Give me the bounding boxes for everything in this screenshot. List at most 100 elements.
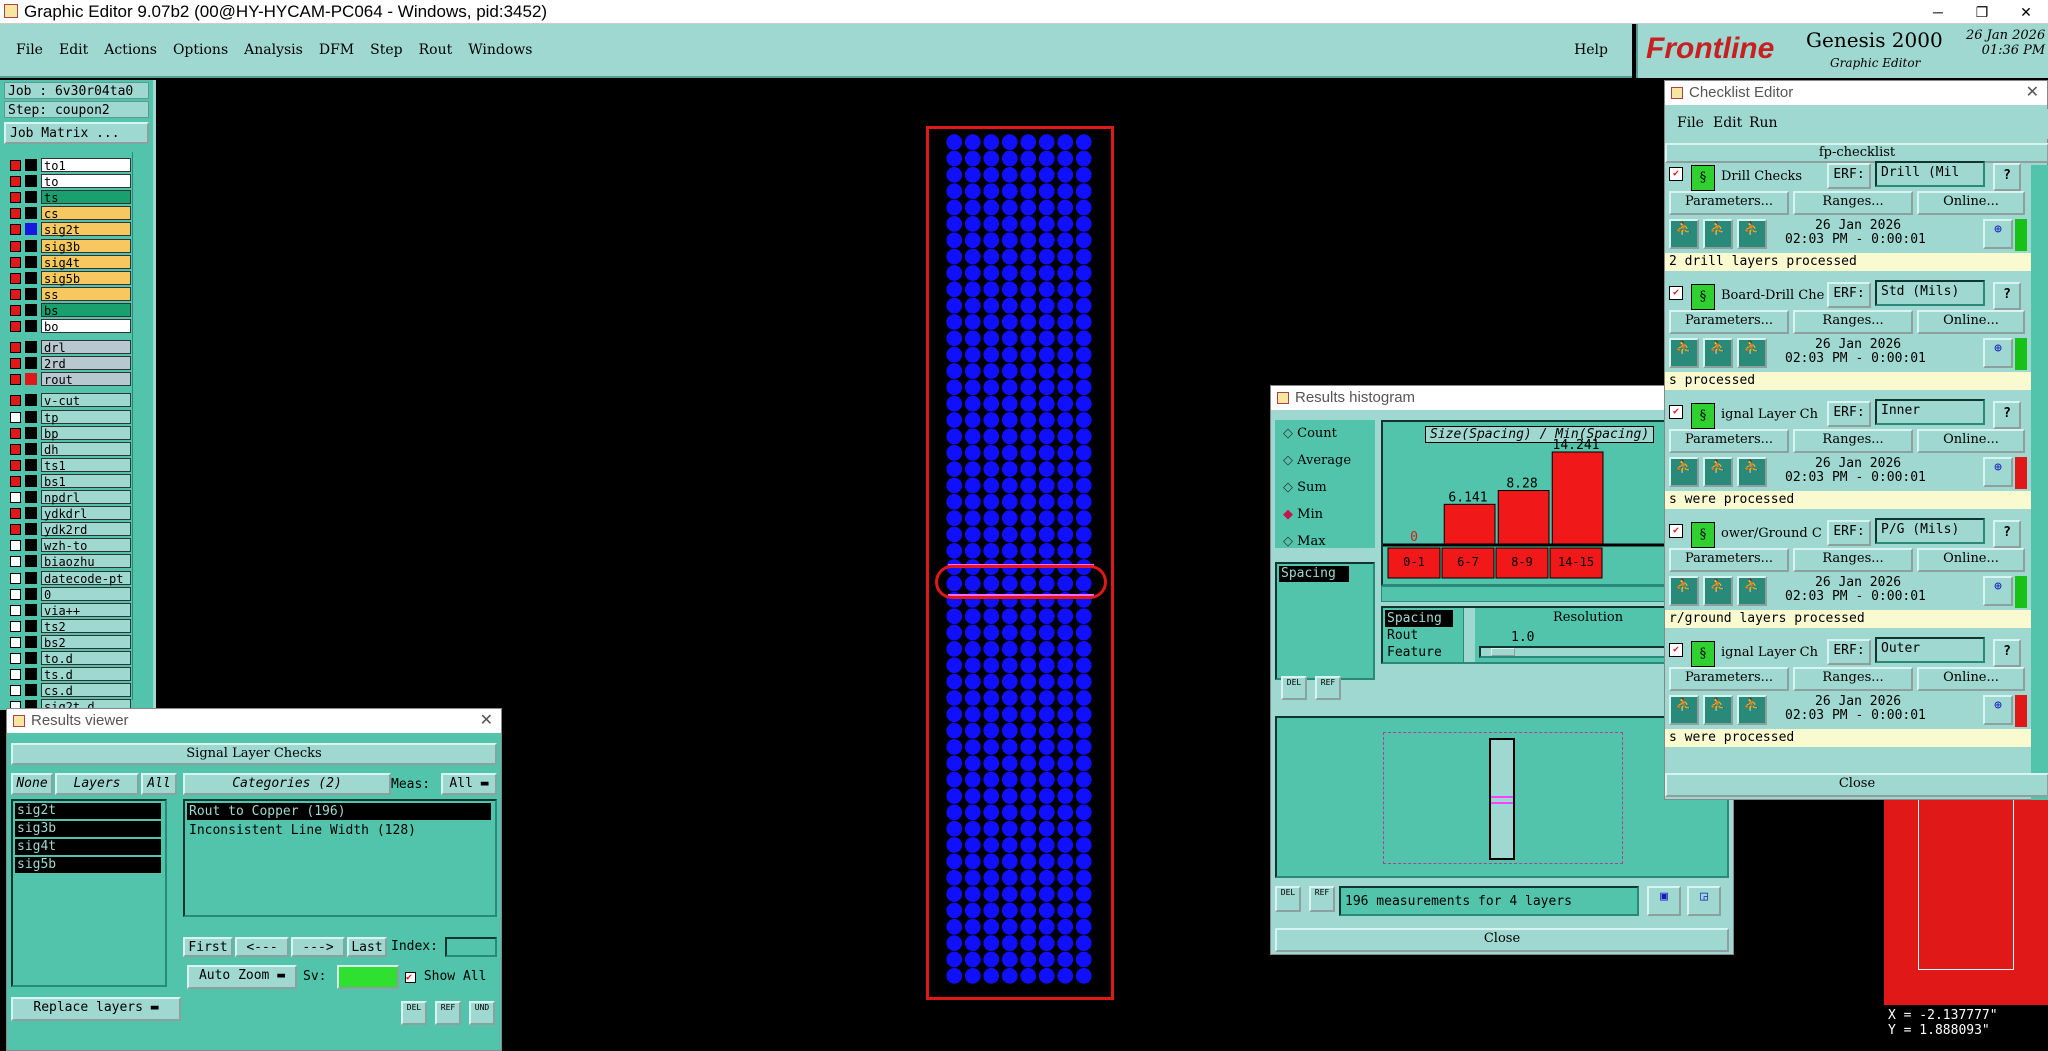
layer-name[interactable]: dh <box>41 441 131 457</box>
layer-row[interactable]: rout <box>8 372 131 387</box>
erf-field[interactable]: Outer <box>1875 637 1985 663</box>
layer-display-checkbox[interactable] <box>10 620 21 632</box>
zoom-area-icon[interactable]: ◲ <box>1687 886 1721 916</box>
help-icon[interactable]: ? <box>1993 639 2021 667</box>
run-check-alt-icon[interactable]: ⛹ <box>1703 695 1733 725</box>
layer-name[interactable]: bs1 <box>41 473 131 489</box>
close-icon[interactable]: ✕ <box>480 709 493 733</box>
layer-display-checkbox[interactable] <box>10 304 21 316</box>
layer-row[interactable]: sig5b <box>8 270 131 286</box>
menu-rout[interactable]: Rout <box>419 42 453 58</box>
help-icon[interactable]: ? <box>1993 401 2021 429</box>
histogram-bar[interactable] <box>1443 503 1496 545</box>
meas-dropdown[interactable]: All ▬ <box>441 773 497 795</box>
help-icon[interactable]: ? <box>1993 163 2021 191</box>
layer-affected-toggle[interactable] <box>25 410 37 423</box>
check-action-icon[interactable]: § <box>1691 284 1715 310</box>
histogram-bar[interactable] <box>1551 451 1604 545</box>
layer-name[interactable]: sig4t <box>41 254 131 270</box>
layer-name[interactable]: ts2 <box>41 618 131 634</box>
check-enable-checkbox[interactable]: ✔ <box>1669 524 1683 538</box>
parameters-button[interactable]: Parameters... <box>1669 429 1789 453</box>
layer-row[interactable]: drl <box>8 340 131 355</box>
zoom-results-icon[interactable]: ⊕ <box>1983 219 2013 249</box>
und-button[interactable]: UND <box>469 1001 495 1025</box>
run-check-selected-icon[interactable]: ⛹ <box>1737 457 1767 487</box>
layer-display-checkbox[interactable] <box>10 208 21 220</box>
close-icon[interactable]: ✕ <box>2004 0 2048 24</box>
layer-row[interactable]: ts <box>8 190 131 205</box>
online-button[interactable]: Online... <box>1917 429 2025 453</box>
layer-scrollbar[interactable] <box>132 152 150 700</box>
layer-affected-toggle[interactable] <box>25 207 37 220</box>
measure-list-item[interactable]: Spacing <box>1279 566 1349 582</box>
layer-display-checkbox[interactable] <box>10 653 21 664</box>
job-matrix-button[interactable]: Job Matrix ... <box>4 122 149 144</box>
layer-affected-toggle[interactable] <box>25 539 37 552</box>
show-all-checkbox[interactable]: ✔ Show All <box>405 969 486 984</box>
layer-display-checkbox[interactable] <box>10 342 21 354</box>
layer-display-checkbox[interactable] <box>10 556 21 568</box>
layer-affected-toggle[interactable] <box>25 603 37 616</box>
next-button[interactable]: ---> <box>291 937 345 957</box>
menu-windows[interactable]: Windows <box>468 42 532 58</box>
layer-name[interactable]: to1 <box>41 158 131 173</box>
layer-row[interactable]: npdrl <box>8 490 131 505</box>
layer-name[interactable]: datecode-pt <box>41 570 131 586</box>
result-layer-item[interactable]: sig2t <box>15 803 161 819</box>
zoom-results-icon[interactable]: ⊕ <box>1983 338 2013 368</box>
layer-display-checkbox[interactable] <box>10 572 21 584</box>
layer-affected-toggle[interactable] <box>25 491 37 503</box>
layer-name[interactable]: bp <box>41 425 131 441</box>
layer-row[interactable]: sig4t <box>8 254 131 270</box>
layer-display-checkbox[interactable] <box>10 411 21 423</box>
layer-affected-toggle[interactable] <box>25 523 37 536</box>
layer-affected-toggle[interactable] <box>25 458 37 471</box>
layer-row[interactable]: wzh-to <box>8 538 131 553</box>
layer-row[interactable]: bs <box>8 302 131 318</box>
layer-name[interactable]: tp <box>41 409 131 425</box>
layer-affected-toggle[interactable] <box>25 373 37 386</box>
layer-row[interactable]: biaozhu <box>8 554 131 569</box>
run-check-icon[interactable]: ⛹ <box>1669 338 1699 368</box>
layer-affected-toggle[interactable] <box>25 571 37 584</box>
preview-del-button[interactable]: DEL <box>1275 886 1301 912</box>
layer-row[interactable]: to1 <box>8 158 131 173</box>
layer-display-checkbox[interactable] <box>10 588 21 600</box>
layer-name[interactable]: v-cut <box>41 393 131 408</box>
erf-field[interactable]: Std (Mils) <box>1875 280 1985 306</box>
layer-name[interactable]: wzh-to <box>41 538 131 553</box>
layer-name[interactable]: to.d <box>41 651 131 666</box>
layer-name[interactable]: sig2t <box>41 222 131 237</box>
zoom-fit-icon[interactable]: ▣ <box>1647 886 1681 916</box>
layer-affected-toggle[interactable] <box>25 175 37 188</box>
layer-row[interactable]: bp <box>8 425 131 441</box>
prev-button[interactable]: <--- <box>235 937 289 957</box>
layer-affected-toggle[interactable] <box>25 191 37 204</box>
layer-affected-toggle[interactable] <box>25 320 37 332</box>
layer-display-checkbox[interactable] <box>10 636 21 648</box>
parameters-button[interactable]: Parameters... <box>1669 667 1789 691</box>
layer-row[interactable]: cs <box>8 206 131 221</box>
layer-row[interactable]: bs1 <box>8 473 131 489</box>
help-icon[interactable]: ? <box>1993 520 2021 548</box>
zoom-results-icon[interactable]: ⊕ <box>1983 457 2013 487</box>
layer-row[interactable]: via++ <box>8 602 131 618</box>
run-check-alt-icon[interactable]: ⛹ <box>1703 219 1733 249</box>
layer-results-list[interactable]: sig2t sig3b sig4t sig5b <box>11 799 167 987</box>
layer-display-checkbox[interactable] <box>10 176 21 188</box>
categories-button[interactable]: Categories (2) <box>183 773 391 795</box>
ranges-button[interactable]: Ranges... <box>1793 548 1913 572</box>
menu-actions[interactable]: Actions <box>104 42 157 58</box>
layer-affected-toggle[interactable] <box>25 474 37 487</box>
layer-affected-toggle[interactable] <box>25 635 37 648</box>
layer-display-checkbox[interactable] <box>10 540 21 552</box>
layers-button[interactable]: Layers <box>55 773 139 795</box>
parameters-button[interactable]: Parameters... <box>1669 310 1789 334</box>
layer-name[interactable]: ts.d <box>41 667 131 682</box>
layer-display-checkbox[interactable] <box>10 288 21 300</box>
run-check-selected-icon[interactable]: ⛹ <box>1737 338 1767 368</box>
result-layer-item[interactable]: sig5b <box>15 857 161 873</box>
first-button[interactable]: First <box>183 937 233 957</box>
layer-row[interactable]: ts1 <box>8 457 131 473</box>
